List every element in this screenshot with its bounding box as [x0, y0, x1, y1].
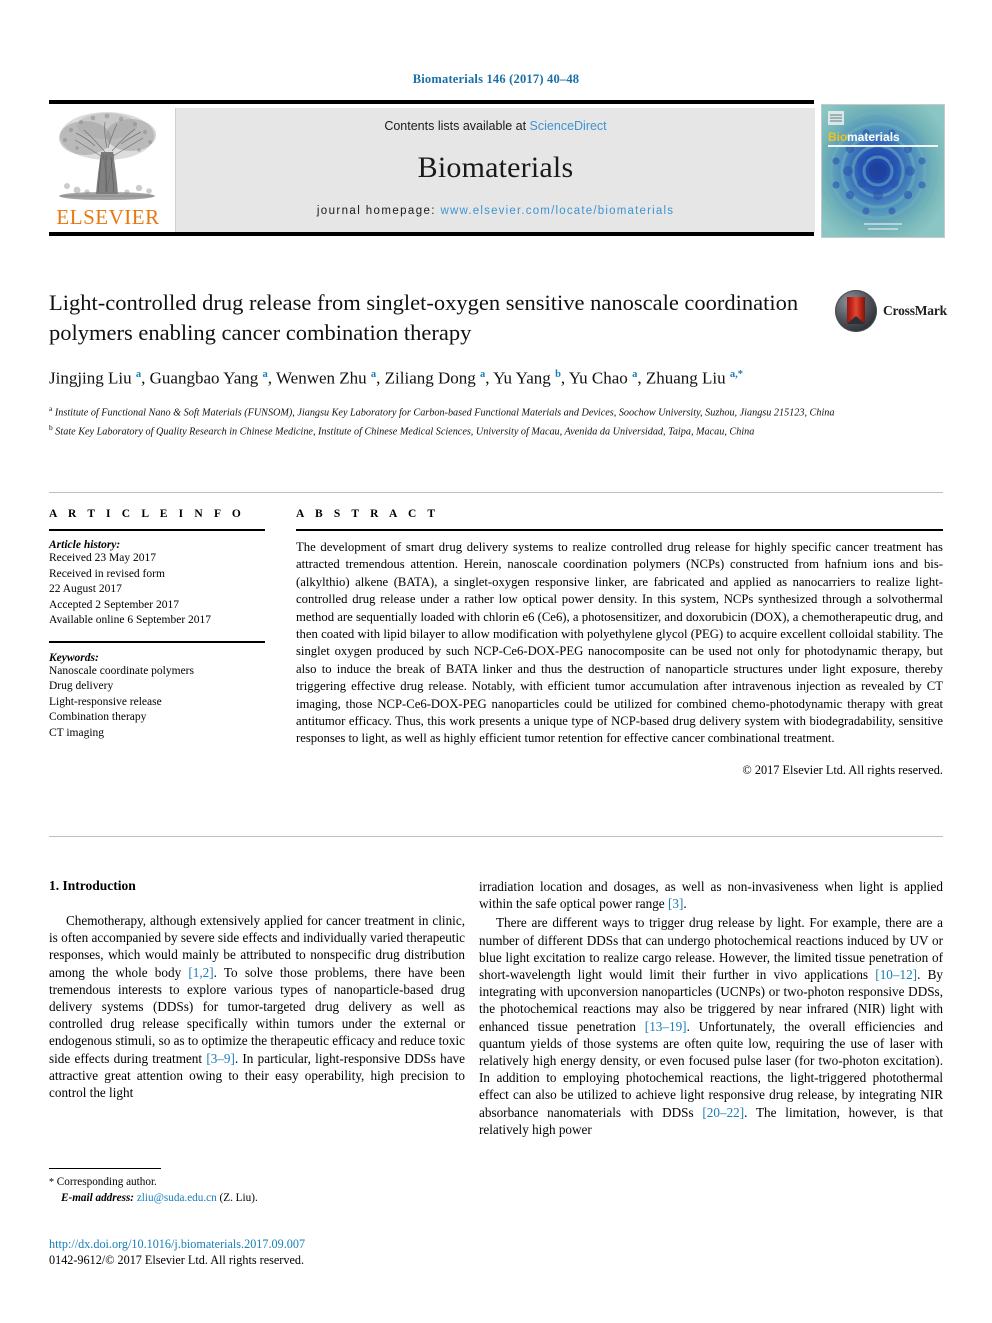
abstract-bottom-rule	[49, 836, 943, 837]
email-label: E-mail address:	[61, 1191, 135, 1204]
article-history-item: Available online 6 September 2017	[49, 614, 212, 626]
abstract-heading: A B S T R A C T	[296, 508, 440, 520]
article-history-item: Received in revised form	[49, 567, 165, 580]
abstract-column: A B S T R A C T The development of smart…	[296, 508, 943, 778]
issn-copyright-line: 0142-9612/© 2017 Elsevier Ltd. All right…	[49, 1253, 304, 1267]
email-line: E-mail address: zliu@suda.edu.cn (Z. Liu…	[49, 1191, 465, 1206]
corresponding-author-label: Corresponding author.	[56, 1176, 157, 1188]
doi-link[interactable]: http://dx.doi.org/10.1016/j.biomaterials…	[49, 1236, 465, 1252]
sciencedirect-link[interactable]: ScienceDirect	[530, 119, 607, 133]
running-head: Biomaterials 146 (2017) 40–48	[412, 72, 580, 86]
journal-homepage-link[interactable]: www.elsevier.com/locate/biomaterials	[441, 205, 675, 217]
intro-paragraph-right-2: There are different ways to trigger drug…	[479, 915, 943, 1137]
homepage-prefix-text: journal homepage:	[316, 205, 441, 217]
journal-homepage-line: journal homepage: www.elsevier.com/locat…	[176, 205, 815, 217]
keyword-item: Drug delivery	[49, 680, 114, 692]
masthead-bottom-rule	[49, 232, 814, 236]
footnote-rule	[49, 1168, 161, 1169]
contents-prefix-text: Contents lists available at	[384, 119, 530, 133]
keywords-list: Nanoscale coordinate polymers Drug delive…	[49, 664, 265, 742]
email-link[interactable]: zliu@suda.edu.cn	[137, 1192, 217, 1204]
affiliation-list: a Institute of Functional Nano & Soft Ma…	[49, 402, 849, 439]
cover-title-bio: Bio	[828, 130, 847, 144]
keywords-label: Keywords:	[49, 651, 99, 664]
keyword-item: Combination therapy	[49, 711, 147, 723]
crossmark-badge[interactable]: CrossMark	[835, 290, 947, 334]
intro-paragraph-right-1: irradiation location and dosages, as wel…	[479, 879, 943, 912]
crossmark-label: CrossMark	[883, 303, 947, 318]
abstract-copyright: © 2017 Elsevier Ltd. All rights reserved…	[742, 762, 943, 777]
article-info-heading: A R T I C L E I N F O	[49, 508, 245, 520]
article-page: Biomaterials 146 (2017) 40–48 ELSEVIER C…	[0, 0, 992, 1323]
contents-panel: Contents lists available at ScienceDirec…	[175, 108, 815, 232]
abstract-heading-rule	[296, 529, 943, 531]
keywords-divider	[49, 640, 265, 643]
body-column-left: 1. Introduction Chemotherapy, although e…	[49, 878, 465, 1103]
affiliation-text: Institute of Functional Nano & Soft Mate…	[52, 407, 835, 419]
journal-masthead: ELSEVIER Contents lists available at Sci…	[49, 100, 945, 238]
keyword-item: CT imaging	[49, 726, 105, 739]
journal-title: Biomaterials	[417, 151, 574, 184]
doi-block: http://dx.doi.org/10.1016/j.biomaterials…	[49, 1236, 465, 1268]
body-column-right: irradiation location and dosages, as wel…	[479, 878, 943, 1140]
affiliation-row: a Institute of Functional Nano & Soft Ma…	[49, 402, 849, 420]
info-section-top-rule	[49, 492, 943, 493]
email-suffix: (Z. Liu).	[219, 1191, 258, 1204]
article-history-item: 22 August 2017	[49, 583, 122, 595]
intro-paragraph-left: Chemotherapy, although extensively appli…	[49, 913, 466, 1101]
section-title-introduction: 1. Introduction	[49, 878, 136, 893]
corresponding-author-line: * Corresponding author.	[49, 1175, 465, 1191]
article-info-column: A R T I C L E I N F O Article history: R…	[49, 508, 265, 741]
elsevier-logo: ELSEVIER	[49, 108, 167, 232]
elsevier-wordmark: ELSEVIER	[56, 205, 160, 229]
article-history-label: Article history:	[49, 539, 121, 551]
article-info-heading-rule	[49, 529, 265, 531]
crossmark-icon	[835, 290, 877, 332]
cover-title-materials: materials	[847, 130, 900, 144]
elsevier-tree-icon	[51, 108, 163, 204]
journal-cover-thumbnail: Bio materials	[821, 104, 945, 238]
corresponding-author-footnote: * Corresponding author. E-mail address: …	[49, 1168, 465, 1205]
title-block: Light-controlled drug release from singl…	[49, 288, 947, 439]
page-title: Light-controlled drug release from singl…	[49, 290, 799, 345]
abstract-text: The development of smart drug delivery s…	[296, 540, 943, 746]
affiliation-row: b State Key Laboratory of Quality Resear…	[49, 421, 849, 439]
article-history-item: Received 23 May 2017	[49, 552, 156, 564]
keyword-item: Nanoscale coordinate polymers	[49, 664, 194, 677]
corresponding-marker: *	[49, 1177, 54, 1188]
article-history-item: Accepted 2 September 2017	[49, 598, 179, 611]
contents-available-line: Contents lists available at ScienceDirec…	[176, 108, 815, 133]
author-list: Jingjing Liu a, Guangbao Yang a, Wenwen …	[49, 368, 743, 388]
keyword-item: Light-responsive release	[49, 695, 162, 708]
article-history-list: Received 23 May 2017 Received in revised …	[49, 551, 265, 629]
affiliation-text: State Key Laboratory of Quality Research…	[52, 425, 755, 437]
